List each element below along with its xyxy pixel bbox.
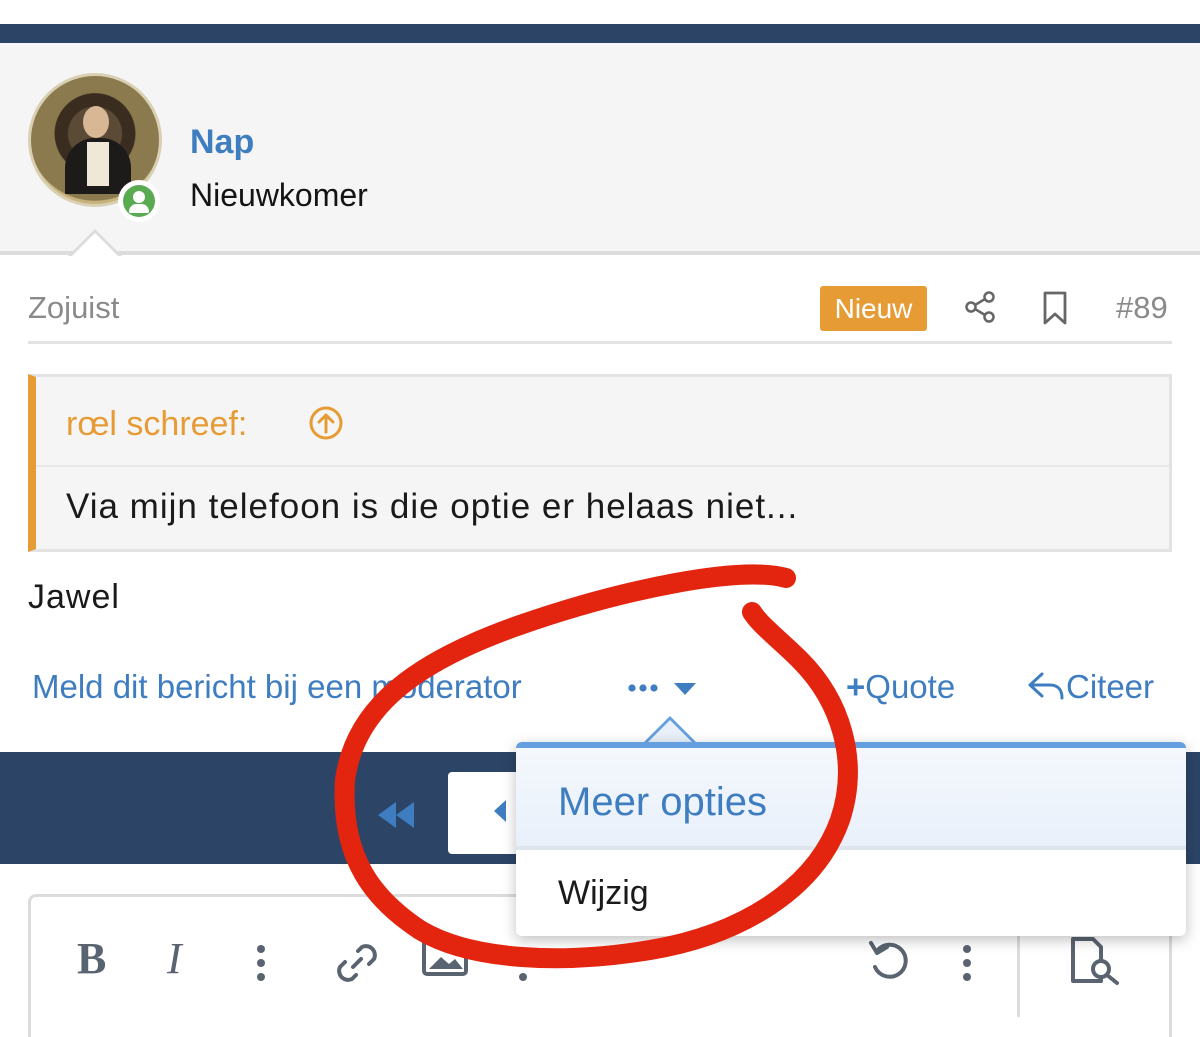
link-icon[interactable] [331,937,383,989]
preview-divider [1017,927,1020,1017]
share-icon[interactable] [963,290,997,324]
username[interactable]: Nap [190,123,254,162]
post-pointer-inner [71,233,119,257]
online-user-body [129,204,149,213]
user-header: Nap Nieuwkomer [0,43,1200,255]
timestamp[interactable]: Zojuist [28,290,119,326]
dropdown-caret [646,720,694,744]
more-text-options-icon[interactable] [257,945,267,995]
reply-link[interactable]: Citeer [1026,668,1154,706]
plus-icon: + [846,668,866,705]
dropdown-header: Meer opties [516,748,1186,850]
quote-block: rœl schreef: Via mijn telefoon is die op… [28,374,1172,552]
italic-button[interactable]: I [167,933,182,983]
top-strip [0,0,1200,24]
dropdown-title: Meer opties [558,780,767,824]
quote-divider [36,465,1169,467]
report-link[interactable]: Meld dit bericht bij een moderator [32,668,522,706]
undo-icon[interactable] [865,937,915,987]
first-page-icon[interactable] [374,800,418,830]
image-icon[interactable] [421,937,469,977]
post-actions: Meld dit bericht bij een moderator +Quot… [0,660,1200,720]
bookmark-icon[interactable] [1040,290,1070,326]
new-badge: Nieuw [820,286,927,331]
more-options-toggle[interactable] [626,670,700,706]
avatar-vest [87,142,109,186]
post-body: Jawel [28,578,120,616]
bold-button[interactable]: B [77,933,106,983]
online-user-head [133,191,145,203]
reply-link-label: Citeer [1066,668,1155,705]
top-navbar [0,24,1200,43]
online-status-icon [118,180,160,222]
more-options-menu: Meer opties Wijzig [516,742,1186,936]
menu-item-edit[interactable]: Wijzig [558,874,649,913]
user-title: Nieuwkomer [190,177,368,213]
post-number[interactable]: #89 [1116,290,1168,326]
more-insert-options-icon[interactable] [519,959,529,1009]
preview-icon[interactable] [1067,935,1123,987]
reply-icon [1028,672,1064,700]
post-meta: Zojuist Nieuw #89 [28,282,1172,344]
arrow-up-circle-icon[interactable] [308,405,344,441]
quote-link-label: Quote [865,668,956,705]
quote-link[interactable]: +Quote [846,668,955,706]
avatar-face [83,106,109,138]
quote-text: Via mijn telefoon is die optie er helaas… [66,487,799,526]
more-editor-options-icon[interactable] [963,945,973,995]
chevron-left-icon [494,800,506,822]
quote-author[interactable]: rœl schreef: [66,405,247,444]
